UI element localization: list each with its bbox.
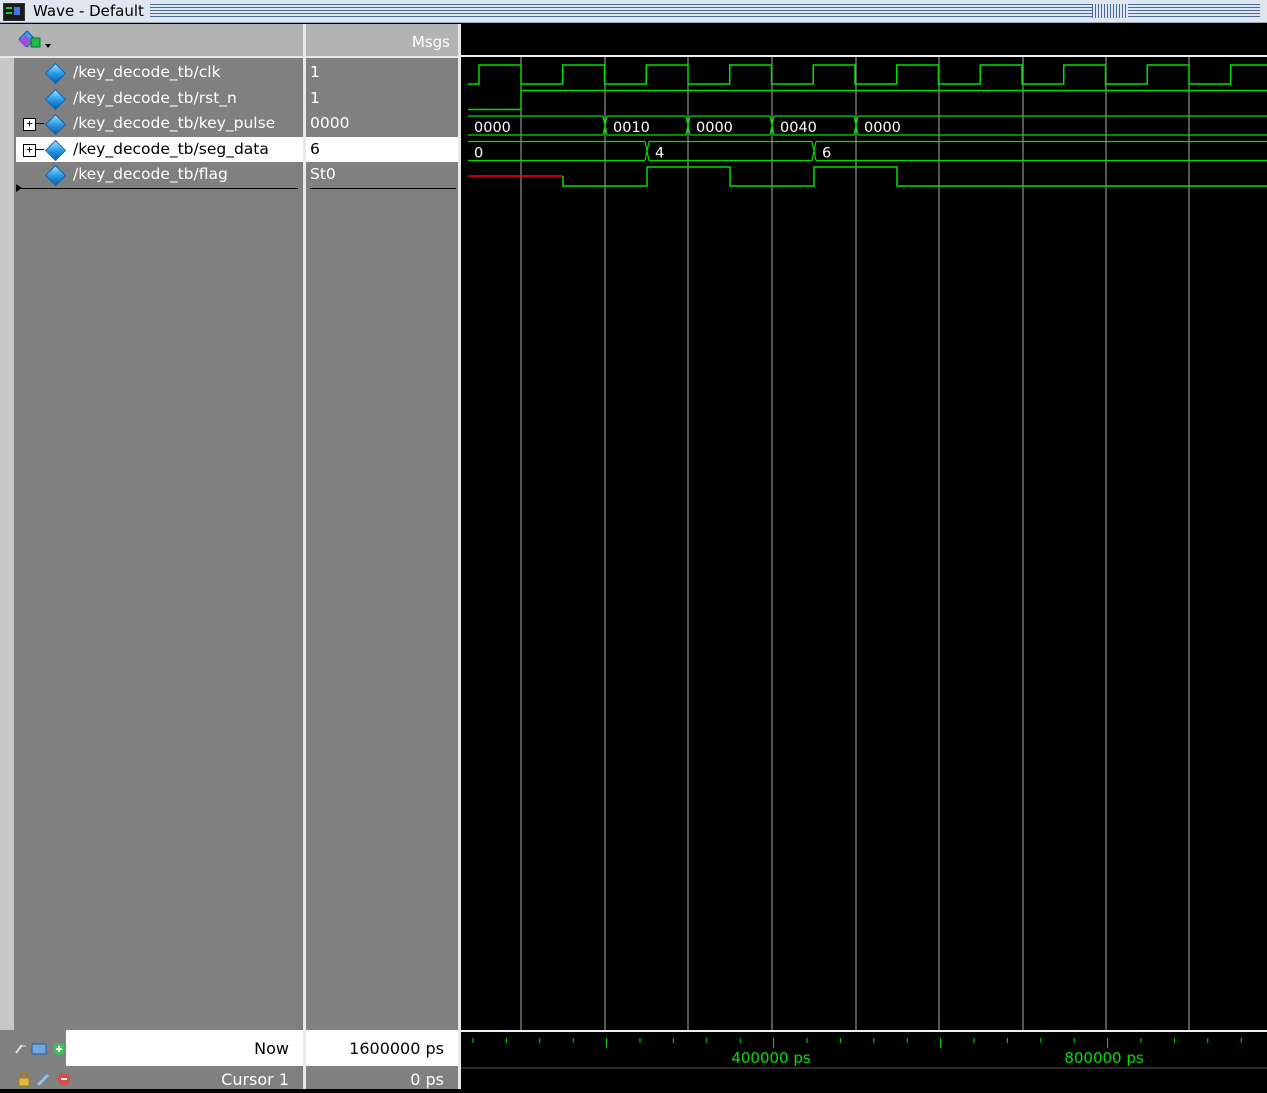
key-pulse-value-label: 0000	[474, 120, 511, 136]
signal-diamond-icon	[44, 62, 67, 85]
status-value-area: 1600000 ps 0 ps	[306, 1030, 461, 1089]
status-toolbar-top	[14, 1040, 66, 1060]
key-pulse-value-label: 0040	[780, 120, 817, 136]
cursor-value: 0 ps	[410, 1070, 444, 1089]
key-pulse-value-label: 0010	[613, 120, 650, 136]
signal-diamond-icon	[44, 88, 67, 110]
key-pulse-value-label: 0000	[864, 120, 901, 136]
signal-name: /key_decode_tb/flag	[73, 165, 228, 183]
seg-data-segment	[468, 140, 645, 162]
signal-diamond-icon	[44, 113, 67, 136]
name-pane-header	[0, 24, 303, 58]
status-toolbar-bottom	[16, 1071, 76, 1091]
signal-row[interactable]: /key_decode_tb/clk	[16, 60, 303, 85]
signal-name: /key_decode_tb/rst_n	[73, 88, 237, 107]
seg-data-value-label: 0	[474, 146, 483, 162]
ruler-time-label: 800000 ps	[1064, 1049, 1144, 1067]
wave-app-icon[interactable]	[3, 3, 25, 21]
add-icon	[53, 1043, 65, 1055]
window-title: Wave - Default	[29, 1, 148, 21]
waveform-canvas[interactable]: 0000 0010 0000 0040 00000 4 6	[461, 57, 1267, 1030]
delete-icon	[58, 1073, 70, 1085]
expand-icon[interactable]: +	[23, 143, 36, 157]
signal-name-pane[interactable]: /key_decode_tb/clk/key_decode_tb/rst_n + /…	[0, 24, 306, 1032]
edit-icon	[36, 1073, 50, 1087]
pane-left-strip	[0, 58, 14, 1032]
wave-pane-header	[461, 24, 1267, 57]
seg-data-segment	[816, 140, 1267, 162]
signal-name: /key_decode_tb/clk	[73, 63, 221, 81]
tree-connector	[36, 123, 44, 124]
ruler-time-label: 400000 ps	[731, 1049, 811, 1067]
add-wave-dropdown[interactable]	[16, 30, 51, 50]
msgs-label: Msgs	[411, 33, 450, 51]
signal-row[interactable]: + /key_decode_tb/key_pulse	[16, 111, 303, 136]
seg-data-transition	[644, 141, 650, 161]
add-cursor-icon	[15, 1044, 26, 1054]
seg-data-value-label: 4	[655, 146, 664, 162]
signal-diamond-icon	[44, 164, 67, 187]
flag-waveform	[562, 166, 1267, 187]
signal-row[interactable]: + /key_decode_tb/seg_data	[16, 136, 303, 162]
status-name-area: Now Cursor 1	[0, 1030, 306, 1091]
chevron-down-icon	[45, 44, 51, 48]
rst-n-waveform	[468, 89, 1267, 111]
value-insertion-line	[310, 188, 456, 189]
expand-icon[interactable]: +	[23, 118, 36, 131]
signal-row[interactable]: /key_decode_tb/flag	[16, 162, 303, 187]
now-value-bg: 1600000 ps	[306, 1030, 458, 1066]
seg-data-segment	[649, 140, 812, 162]
signal-value[interactable]: 1	[306, 86, 458, 111]
clk-waveform	[468, 64, 1267, 85]
insertion-marker-line	[16, 188, 298, 189]
zoom-icon	[31, 1043, 47, 1055]
insertion-marker-icon	[16, 184, 22, 192]
signal-value-pane[interactable]: Msgs 1 1 0000 6 St0	[306, 24, 461, 1032]
signal-value[interactable]: 6	[306, 136, 458, 162]
signal-value[interactable]: St0	[306, 162, 458, 187]
lock-icon	[18, 1071, 30, 1087]
window-titlebar[interactable]: Wave - Default	[0, 0, 1267, 23]
now-value: 1600000 ps	[349, 1039, 444, 1058]
add-wave-icon	[18, 30, 51, 48]
seg-data-value-label: 6	[822, 146, 831, 162]
now-label: Now	[254, 1039, 289, 1058]
time-ruler-canvas[interactable]: 400000 ps 800000 ps	[461, 1032, 1267, 1089]
wave-display-pane[interactable]: 0000 0010 0000 0040 0000 0 4 6	[461, 24, 1267, 1030]
time-ruler[interactable]: 400000 ps 800000 ps	[461, 1030, 1267, 1091]
value-pane-header: Msgs	[306, 24, 458, 58]
titlebar-grip-handle[interactable]	[1092, 4, 1128, 18]
tree-connector	[36, 148, 44, 150]
signal-diamond-icon	[44, 139, 67, 161]
key-pulse-segment	[858, 115, 1267, 136]
signal-row[interactable]: /key_decode_tb/rst_n	[16, 86, 303, 111]
signal-name: /key_decode_tb/key_pulse	[73, 114, 276, 132]
now-label-bg: Now	[66, 1030, 303, 1066]
signal-value[interactable]: 0000	[306, 111, 458, 136]
signal-value[interactable]: 1	[306, 60, 458, 85]
signal-name: /key_decode_tb/seg_data	[73, 139, 269, 158]
seg-data-transition	[811, 141, 817, 161]
cursor-label[interactable]: Cursor 1	[221, 1070, 289, 1089]
key-pulse-value-label: 0000	[696, 120, 733, 136]
